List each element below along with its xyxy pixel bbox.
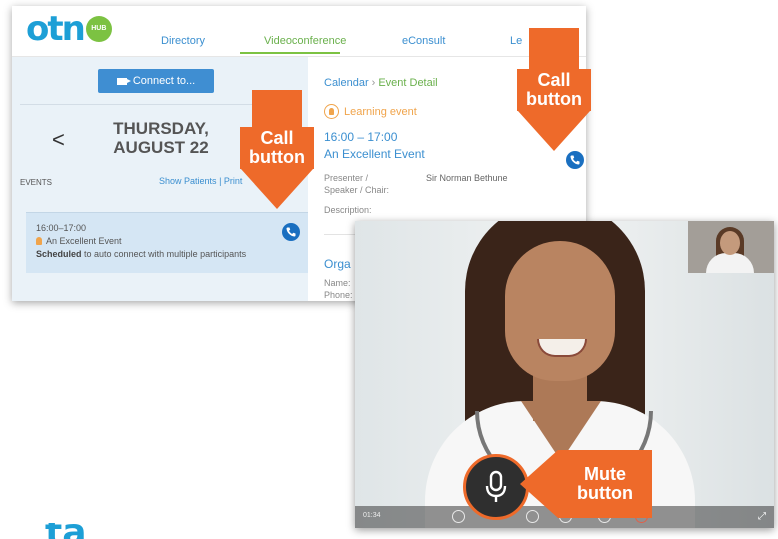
call-button-callout-left: Call button xyxy=(240,90,314,212)
phone-label: Phone: xyxy=(324,290,353,300)
show-patients-text: Show Patients xyxy=(159,176,217,186)
event-status-rest: to auto connect with multiple participan… xyxy=(84,249,247,259)
self-view-thumbnail[interactable] xyxy=(688,221,774,273)
date-heading: THURSDAY, AUGUST 22 xyxy=(102,119,220,157)
breadcrumb-calendar[interactable]: Calendar xyxy=(324,77,369,89)
self-view-body xyxy=(706,253,754,273)
nav-directory[interactable]: Directory xyxy=(161,35,205,47)
callout-arrow xyxy=(241,169,313,209)
breadcrumb-event-detail: Event Detail xyxy=(378,77,438,89)
name-label: Name: xyxy=(324,278,351,288)
date-date: AUGUST 22 xyxy=(113,138,209,157)
events-label: EVENTS xyxy=(20,178,53,187)
self-view-face xyxy=(720,231,740,255)
presenter-label: Presenter / Speaker / Chair: xyxy=(324,172,389,196)
event-title-text: An Excellent Event xyxy=(46,236,122,246)
presenter-label-line1: Presenter / xyxy=(324,173,369,183)
presenter-value: Sir Norman Bethune xyxy=(426,173,508,183)
event-detail-title: An Excellent Event xyxy=(324,147,425,161)
event-title: An Excellent Event xyxy=(36,236,122,246)
event-status-strong: Scheduled xyxy=(36,249,82,259)
nav-videoconference[interactable]: Videoconference xyxy=(264,35,346,47)
call-icon[interactable] xyxy=(282,223,300,241)
bulb-icon xyxy=(36,237,42,245)
hub-badge: HUB xyxy=(85,16,112,42)
connect-label: Connect to... xyxy=(132,75,196,87)
top-nav-bar: otn HUB Directory Videoconference eConsu… xyxy=(12,6,586,57)
learning-event-label: Learning event xyxy=(344,105,417,118)
connect-to-button[interactable]: Connect to... xyxy=(98,69,214,93)
event-status: Scheduled to auto connect with multiple … xyxy=(36,249,246,259)
organizer-heading: Orga xyxy=(324,257,351,271)
lightbulb-icon xyxy=(324,104,339,119)
learning-event-tag: Learning event xyxy=(324,104,417,119)
description-label: Description: xyxy=(324,205,372,215)
logo-text: otn xyxy=(26,9,86,49)
active-tab-underline xyxy=(240,52,340,54)
breadcrumb-separator: › xyxy=(371,77,376,89)
otn-logo[interactable]: otn HUB xyxy=(26,12,112,46)
fullscreen-icon[interactable]: ⤢ xyxy=(758,511,766,522)
call-icon[interactable] xyxy=(566,151,584,169)
partial-heading: ta xyxy=(45,523,87,539)
volume-icon[interactable] xyxy=(452,510,465,523)
nav-econsult[interactable]: eConsult xyxy=(402,35,445,47)
call-button-callout-right: Call button xyxy=(517,28,591,153)
previous-day-button[interactable]: < xyxy=(52,127,65,153)
presenter-label-line2: Speaker / Chair: xyxy=(324,185,390,195)
event-list-item[interactable]: 16:00–17:00 An Excellent Event Scheduled… xyxy=(26,212,308,273)
event-time: 16:00–17:00 xyxy=(36,223,87,233)
call-timer: 01:34 xyxy=(363,512,381,519)
mute-button-callout: Mute button xyxy=(520,450,652,518)
date-day: THURSDAY, xyxy=(113,119,209,138)
breadcrumb: Calendar › Event Detail xyxy=(324,77,438,89)
callout-label: Call button xyxy=(517,69,591,111)
callout-arrow xyxy=(518,111,590,151)
show-patients-link[interactable]: Show Patients | Print xyxy=(159,176,242,186)
print-link[interactable]: | Print xyxy=(219,176,242,186)
event-detail-time: 16:00 – 17:00 xyxy=(324,130,398,144)
remote-participant-face xyxy=(505,241,615,381)
microphone-icon xyxy=(485,470,507,502)
callout-label: Mute button xyxy=(558,450,652,518)
camera-icon xyxy=(116,77,131,85)
callout-arrow xyxy=(520,450,558,518)
callout-label: Call button xyxy=(240,127,314,169)
